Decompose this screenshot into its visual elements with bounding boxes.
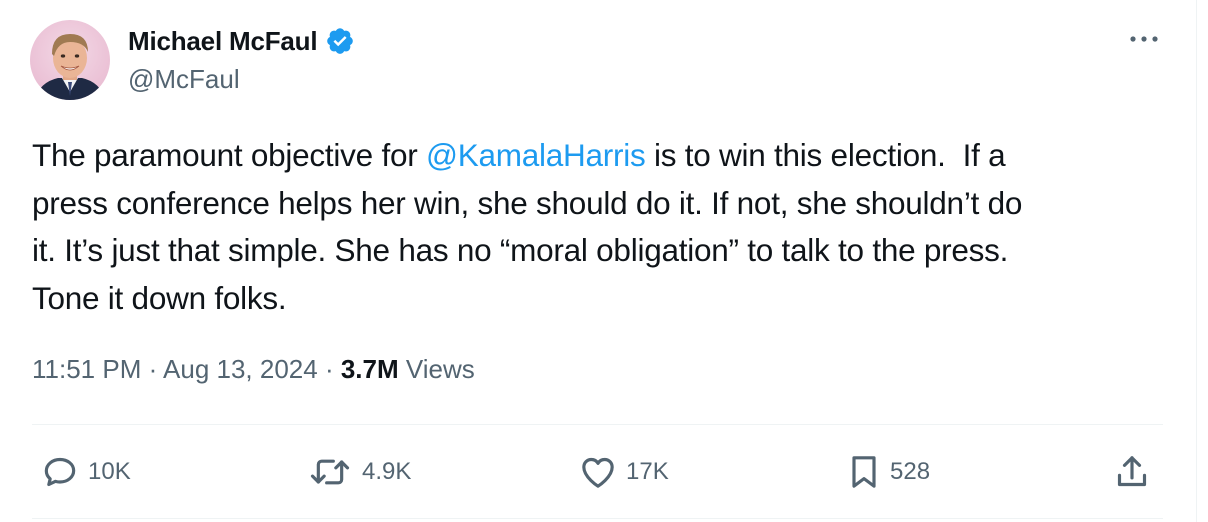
tweet-date[interactable]: Aug 13, 2024 (163, 354, 318, 384)
author-name-row: Michael McFaul (128, 24, 355, 58)
reply-count: 10K (88, 458, 131, 485)
bookmark-icon (852, 456, 876, 488)
tweet-line: Tone it down folks. (32, 279, 287, 316)
reply-button[interactable]: 10K (40, 452, 131, 492)
tweet-line: The paramount objective for @KamalaHarri… (32, 132, 1172, 180)
mention-link[interactable]: @KamalaHarris (426, 137, 646, 173)
tweet-line: press conference helps her win, she shou… (32, 184, 1023, 221)
tweet-text: The paramount objective for @KamalaHarri… (32, 132, 1172, 322)
avatar[interactable] (30, 20, 110, 100)
retweet-count: 4.9K (362, 458, 412, 485)
more-button[interactable] (1126, 24, 1162, 54)
bookmark-count: 528 (890, 458, 931, 485)
tweet-text-segment: The paramount objective for (32, 137, 426, 173)
more-horizontal-icon (1130, 36, 1158, 42)
like-button[interactable]: 17K (578, 452, 669, 492)
views-label: Views (398, 354, 475, 384)
tweet-meta: 11:51 PM · Aug 13, 2024 · 3.7M Views (32, 354, 475, 385)
actions-divider (32, 424, 1163, 425)
share-button[interactable] (1112, 452, 1152, 492)
meta-separator: · (317, 354, 341, 384)
like-count: 17K (626, 458, 669, 485)
column-border (1196, 0, 1197, 522)
tweet-line: it. It’s just that simple. She has no “m… (32, 232, 1009, 268)
retweet-icon (310, 459, 350, 485)
author-handle[interactable]: @McFaul (128, 64, 240, 95)
author-display-name[interactable]: Michael McFaul (128, 26, 318, 57)
reply-icon (44, 457, 76, 487)
views-count: 3.7M (340, 354, 399, 384)
profile-photo (30, 20, 110, 100)
tweet-time[interactable]: 11:51 PM (32, 354, 141, 384)
bookmark-button[interactable]: 528 (846, 452, 930, 492)
verified-badge-icon[interactable] (325, 26, 355, 56)
tweet-text-segment: is to win this election. If a (645, 137, 1006, 173)
bottom-divider (32, 518, 1163, 519)
share-icon (1117, 456, 1147, 487)
meta-separator: · (141, 354, 164, 384)
retweet-button[interactable]: 4.9K (306, 452, 411, 492)
heart-icon (582, 457, 614, 488)
